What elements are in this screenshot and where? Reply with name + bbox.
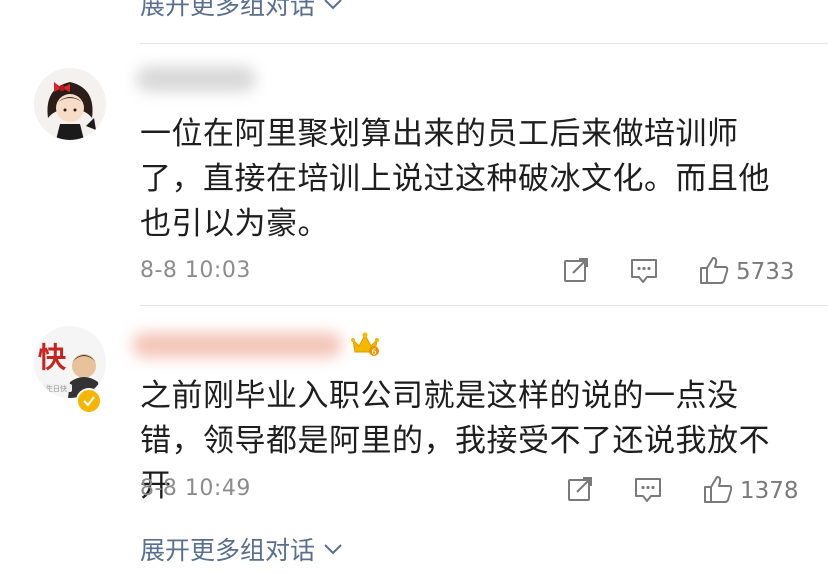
like-button[interactable]: 1378 xyxy=(702,473,799,509)
svg-text:6: 6 xyxy=(372,348,377,357)
reply-button[interactable] xyxy=(629,256,659,290)
like-button[interactable]: 5733 xyxy=(698,254,795,290)
like-count: 1378 xyxy=(740,478,799,504)
avatar[interactable] xyxy=(34,68,106,140)
avatar-label: 快 xyxy=(38,341,67,374)
svg-text:生日快: 生日快 xyxy=(46,384,67,393)
like-count: 5733 xyxy=(736,259,795,285)
chevron-down-icon xyxy=(323,539,343,560)
divider xyxy=(140,305,828,306)
share-button[interactable] xyxy=(566,475,594,507)
like-icon xyxy=(698,254,730,290)
avatar[interactable]: 生日快 快 xyxy=(34,326,106,398)
expand-more-label: 展开更多组对话 xyxy=(140,0,316,20)
crown-badge-icon: 6 xyxy=(350,330,380,362)
share-button[interactable] xyxy=(562,256,590,288)
expand-more-conversations-button[interactable]: 展开更多组对话 xyxy=(140,531,343,567)
chevron-down-icon xyxy=(323,0,343,15)
reply-icon xyxy=(629,256,659,290)
verified-badge-icon xyxy=(76,388,102,414)
username-redacted[interactable] xyxy=(132,332,342,358)
like-icon xyxy=(702,473,734,509)
username-redacted[interactable] xyxy=(136,66,256,92)
comment-time: 8-8 10:03 xyxy=(140,258,251,283)
reply-icon xyxy=(633,475,663,509)
expand-more-label: 展开更多组对话 xyxy=(140,536,316,565)
reply-button[interactable] xyxy=(633,475,663,509)
divider xyxy=(140,43,828,44)
comment-text: 一位在阿里聚划算出来的员工后来做培训师了，直接在培训上说过这种破冰文化。而且他也… xyxy=(140,116,770,242)
expand-more-conversations-button[interactable]: 展开更多组对话 xyxy=(140,0,343,22)
share-icon xyxy=(566,475,594,507)
share-icon xyxy=(562,256,590,288)
comment-time: 8-8 10:49 xyxy=(140,476,251,501)
